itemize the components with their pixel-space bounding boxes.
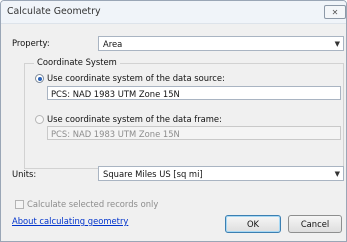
units-label: Units: xyxy=(12,169,37,179)
cancel-button-label: Cancel xyxy=(300,219,330,229)
data-frame-coordinate-system-field: PCS: NAD 1983 UTM Zone 15N xyxy=(47,126,341,140)
chevron-down-icon: ▼ xyxy=(334,40,340,48)
radio-data-frame-label[interactable]: Use coordinate system of the data frame: xyxy=(47,114,222,124)
coordinate-system-group-label: Coordinate System xyxy=(34,57,120,67)
property-label: Property: xyxy=(12,38,50,48)
ok-button[interactable]: OK xyxy=(225,215,281,233)
calculate-geometry-dialog: Calculate Geometry ✕ Property: Area ▼ Co… xyxy=(0,0,347,242)
cancel-button[interactable]: Cancel xyxy=(288,215,342,233)
title-bar[interactable]: Calculate Geometry ✕ xyxy=(1,1,346,24)
radio-data-frame[interactable] xyxy=(35,115,44,124)
data-source-coordinate-system-value: PCS: NAD 1983 UTM Zone 15N xyxy=(51,89,180,99)
data-source-coordinate-system-field: PCS: NAD 1983 UTM Zone 15N xyxy=(47,86,341,100)
ok-button-label: OK xyxy=(246,219,260,229)
close-button[interactable]: ✕ xyxy=(324,5,346,19)
property-dropdown-value: Area xyxy=(103,39,123,49)
dialog-title: Calculate Geometry xyxy=(7,6,101,17)
radio-data-source[interactable] xyxy=(35,74,44,83)
units-dropdown[interactable]: Square Miles US [sq mi] ▼ xyxy=(98,166,344,181)
data-frame-coordinate-system-value: PCS: NAD 1983 UTM Zone 15N xyxy=(51,129,180,139)
close-icon: ✕ xyxy=(331,8,339,17)
radio-data-source-label[interactable]: Use coordinate system of the data source… xyxy=(47,73,225,83)
selected-only-label: Calculate selected records only xyxy=(27,199,159,209)
property-dropdown[interactable]: Area ▼ xyxy=(98,36,344,51)
help-link[interactable]: About calculating geometry xyxy=(12,216,128,226)
selected-only-checkbox[interactable] xyxy=(15,200,24,209)
dialog-body: Property: Area ▼ Coordinate System Use c… xyxy=(1,24,346,241)
units-dropdown-value: Square Miles US [sq mi] xyxy=(103,169,203,179)
chevron-down-icon: ▼ xyxy=(334,170,340,178)
